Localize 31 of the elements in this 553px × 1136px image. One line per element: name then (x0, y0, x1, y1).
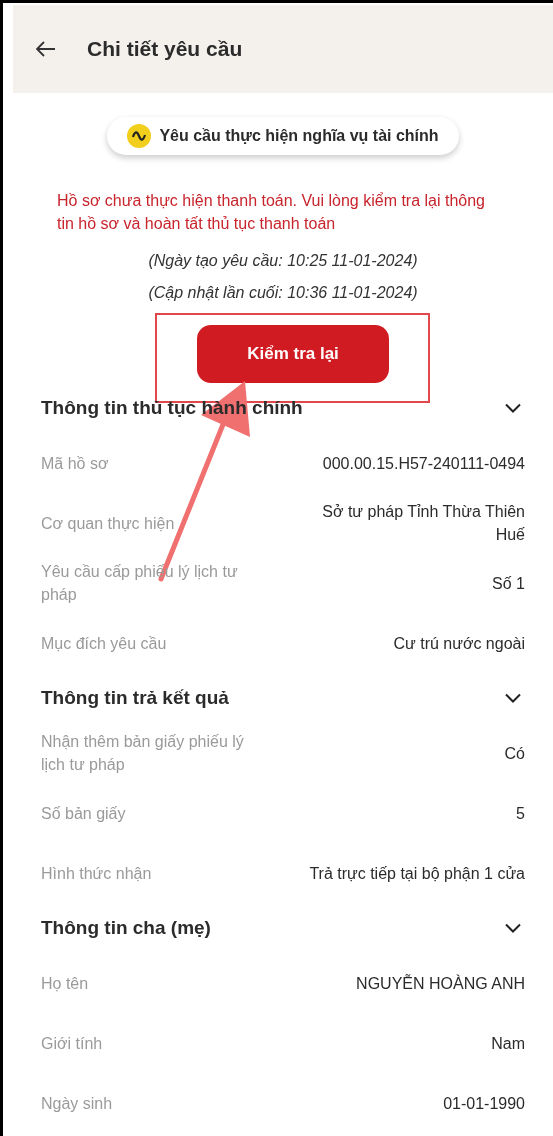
field-value: 5 (516, 803, 525, 824)
field-value: 01-01-1990 (443, 1093, 525, 1114)
status-label: Yêu cầu thực hiện nghĩa vụ tài chính (159, 126, 439, 146)
wave-icon (127, 124, 152, 148)
field-label: Họ tên (41, 973, 90, 994)
field-value: Có (504, 743, 525, 764)
chevron-down-icon[interactable] (505, 403, 521, 413)
timestamp: (Cập nhật lần cuối: 10:36 11-01-2024) (148, 283, 418, 303)
chevron-down-icon[interactable] (505, 693, 521, 703)
field-value: NGUYỄN HOÀNG ANH (356, 973, 525, 994)
field-label: Mục đích yêu cầu (41, 633, 168, 654)
timestamp: (Ngày tạo yêu cầu: 10:25 11-01-2024) (148, 251, 418, 271)
page-title: Chi tiết yêu cầu (87, 36, 243, 63)
field-label: Hình thức nhận (41, 863, 153, 884)
section-title: Thông tin trả kết quả (41, 685, 229, 710)
field-label: Ngày sinh (41, 1093, 114, 1114)
field-label: Số bản giấy (41, 803, 127, 824)
field-value: 000.00.15.H57-240111-0494 (322, 453, 525, 474)
recheck-button[interactable]: Kiểm tra lại (197, 325, 389, 383)
section-title: Thông tin cha (mẹ) (41, 915, 211, 940)
warning-message: Hồ sơ chưa thực hiện thanh toán. Vui lòng kiểm tra lại thông tin hồ sơ và hoàn tất thủ tục thanh toán (57, 191, 486, 234)
field-value: Nam (491, 1033, 525, 1054)
field-label: Cơ quan thực hiện (41, 513, 176, 534)
field-value: Sở tư pháp Tỉnh Thừa Thiên Huế (321, 502, 525, 545)
field-value: Số 1 (492, 573, 525, 594)
chevron-down-icon[interactable] (505, 923, 521, 933)
field-label: Mã hồ sơ (41, 453, 110, 474)
field-label: Giới tính (41, 1033, 104, 1054)
field-label: Nhận thêm bản giấy phiếu lý lịch tư pháp (41, 732, 245, 775)
field-value: Trả trực tiếp tại bộ phận 1 cửa (309, 863, 525, 884)
field-value: Cư trú nước ngoài (393, 633, 525, 654)
